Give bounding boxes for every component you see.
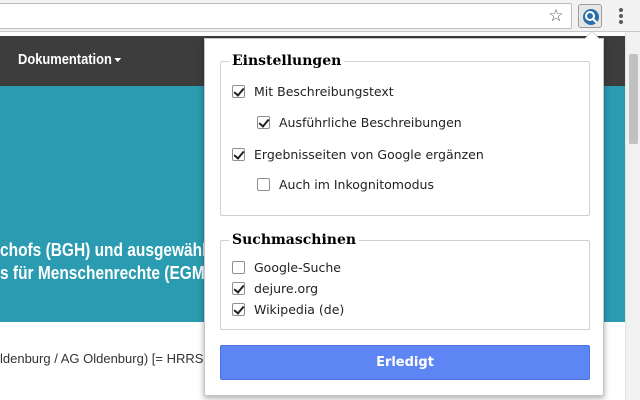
option-google-ergaenzen[interactable]: Ergebnisseiten von Google ergänzen (232, 147, 484, 162)
option-label: dejure.org (254, 281, 319, 296)
option-dejure[interactable]: dejure.org (232, 281, 318, 296)
option-label: Google-Suche (254, 260, 341, 275)
checkbox[interactable] (232, 261, 245, 274)
option-beschreibungstext[interactable]: Mit Beschreibungstext (232, 84, 394, 99)
extension-popup: Einstellungen Mit Beschreibungstext Ausf… (204, 31, 604, 396)
hero-heading-line: chofs (BGH) und ausgewählte (0, 240, 221, 260)
checkbox[interactable] (257, 178, 270, 191)
option-ausfuehrliche-beschreibungen[interactable]: Ausführliche Beschreibungen (257, 115, 462, 130)
option-wikipedia[interactable]: Wikipedia (de) (232, 302, 344, 317)
checkbox[interactable] (232, 148, 245, 161)
page-subtext: ldenburg / AG Oldenburg) [= HRRS 20 (0, 351, 222, 366)
settings-title: Einstellungen (232, 53, 342, 69)
address-bar[interactable]: ☆ (0, 3, 572, 29)
scrollbar-thumb[interactable] (629, 54, 638, 144)
menu-dot-icon (619, 14, 623, 18)
menu-dot-icon (619, 20, 623, 24)
browser-menu-button[interactable] (610, 4, 632, 28)
page-scrollbar[interactable] (625, 32, 640, 400)
option-label: Ergebnisseiten von Google ergänzen (254, 147, 484, 162)
nav-item-label: Dokumentation (18, 51, 112, 68)
caret-down-icon (114, 58, 122, 63)
checkbox[interactable] (232, 85, 245, 98)
checkbox[interactable] (257, 116, 270, 129)
option-label: Mit Beschreibungstext (254, 84, 394, 99)
option-google-suche[interactable]: Google-Suche (232, 260, 341, 275)
option-label: Wikipedia (de) (254, 302, 345, 317)
hero-heading-line: s für Menschenrechte (EGMR (0, 263, 216, 283)
option-label: Auch im Inkognitomodus (279, 177, 434, 192)
extension-button[interactable] (578, 4, 602, 28)
option-label: Ausführliche Beschreibungen (279, 115, 462, 130)
menu-dot-icon (619, 8, 623, 12)
search-engines-title: Suchmaschinen (232, 232, 357, 248)
popup-pointer (584, 31, 600, 39)
option-inkognitomodus[interactable]: Auch im Inkognitomodus (257, 177, 434, 192)
search-extension-icon (583, 9, 599, 25)
nav-dokumentation[interactable]: Dokumentation (18, 51, 122, 68)
browser-toolbar: ☆ (0, 0, 640, 32)
checkbox[interactable] (232, 282, 245, 295)
star-icon[interactable]: ☆ (547, 7, 565, 25)
done-button[interactable]: Erledigt (220, 345, 590, 380)
checkbox[interactable] (232, 303, 245, 316)
browser-window: ☆ Dokumentation chofs (BGH) und ausgewäh… (0, 0, 640, 400)
